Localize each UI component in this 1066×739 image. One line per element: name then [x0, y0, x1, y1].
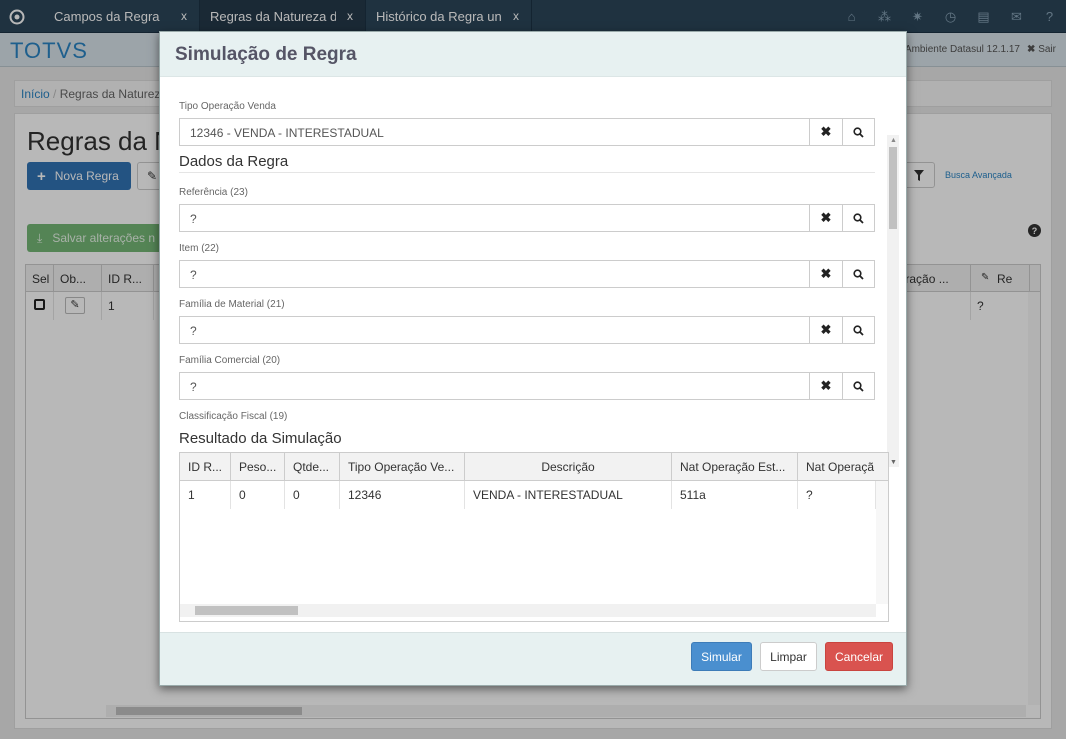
result-cell-peso: 0	[231, 481, 285, 509]
item-field[interactable]: ? ✖	[179, 260, 875, 288]
simulation-modal: Simulação de Regra Tipo Operação Venda 1…	[159, 31, 907, 686]
familia-material-value: ?	[190, 324, 197, 338]
search-icon[interactable]	[842, 373, 874, 399]
modal-title: Simulação de Regra	[175, 44, 357, 65]
result-cell-qtde: 0	[285, 481, 340, 509]
clear-icon[interactable]: ✖	[809, 205, 842, 231]
col-nat-operacao[interactable]: Nat Operaçã	[798, 453, 888, 481]
search-icon[interactable]	[842, 261, 874, 287]
clear-icon[interactable]: ✖	[809, 119, 842, 145]
result-horizontal-scrollbar[interactable]	[180, 604, 876, 617]
familia-comercial-label: Família Comercial (20)	[179, 355, 281, 366]
referencia-field[interactable]: ? ✖	[179, 204, 875, 232]
result-cell-tipo-operacao: 12346	[340, 481, 465, 509]
familia-comercial-field[interactable]: ? ✖	[179, 372, 875, 400]
result-cell-id: 1	[180, 481, 231, 509]
scroll-down-icon[interactable]: ▼	[890, 459, 897, 466]
scroll-thumb[interactable]	[889, 147, 897, 229]
clear-icon[interactable]: ✖	[809, 317, 842, 343]
col-descricao[interactable]: Descrição	[465, 453, 672, 481]
result-cell-nat-operacao: ?	[798, 481, 876, 509]
app-window: Campos da Regra x Regras da Natureza d x…	[0, 0, 1066, 739]
referencia-label: Referência (23)	[179, 187, 248, 198]
cancel-button[interactable]: Cancelar	[825, 642, 893, 671]
scroll-thumb[interactable]	[195, 606, 298, 615]
simulate-button[interactable]: Simular	[691, 642, 752, 671]
item-value: ?	[190, 268, 197, 282]
modal-header: Simulação de Regra	[160, 32, 906, 77]
col-qtde[interactable]: Qtde...	[285, 453, 340, 481]
clear-icon[interactable]: ✖	[809, 261, 842, 287]
result-grid: ID R... Peso... Qtde... Tipo Operação Ve…	[179, 452, 889, 622]
search-icon[interactable]	[842, 205, 874, 231]
clear-button[interactable]: Limpar	[760, 642, 817, 671]
item-label: Item (22)	[179, 243, 220, 254]
modal-body: Tipo Operação Venda 12346 - VENDA - INTE…	[160, 77, 906, 632]
familia-material-field[interactable]: ? ✖	[179, 316, 875, 344]
clear-icon[interactable]: ✖	[809, 373, 842, 399]
search-icon[interactable]	[842, 119, 874, 145]
col-nat-operacao-est[interactable]: Nat Operação Est...	[672, 453, 798, 481]
scroll-up-icon[interactable]: ▲	[890, 137, 897, 144]
familia-material-label: Família de Material (21)	[179, 299, 285, 310]
col-id-regra[interactable]: ID R...	[180, 453, 231, 481]
result-vertical-scrollbar[interactable]	[876, 481, 888, 604]
result-cell-descricao: VENDA - INTERESTADUAL	[465, 481, 672, 509]
classificacao-fiscal-label: Classificação Fiscal (19)	[179, 411, 288, 422]
resultado-title: Resultado da Simulação	[179, 430, 342, 447]
tipo-operacao-field[interactable]: 12346 - VENDA - INTERESTADUAL ✖	[179, 118, 875, 146]
result-cell-nat-operacao-est: 511a	[672, 481, 798, 509]
col-tipo-operacao[interactable]: Tipo Operação Ve...	[340, 453, 465, 481]
divider	[179, 172, 875, 173]
col-peso[interactable]: Peso...	[231, 453, 285, 481]
form-vertical-scrollbar[interactable]: ▲ ▼	[887, 135, 899, 467]
dados-regra-title: Dados da Regra	[179, 153, 289, 170]
search-icon[interactable]	[842, 317, 874, 343]
result-grid-header: ID R... Peso... Qtde... Tipo Operação Ve…	[180, 453, 888, 481]
tipo-operacao-label: Tipo Operação Venda	[179, 101, 276, 112]
familia-comercial-value: ?	[190, 380, 197, 394]
tipo-operacao-value: 12346 - VENDA - INTERESTADUAL	[190, 126, 384, 140]
referencia-value: ?	[190, 212, 197, 226]
modal-footer: Simular Limpar Cancelar	[160, 632, 906, 685]
